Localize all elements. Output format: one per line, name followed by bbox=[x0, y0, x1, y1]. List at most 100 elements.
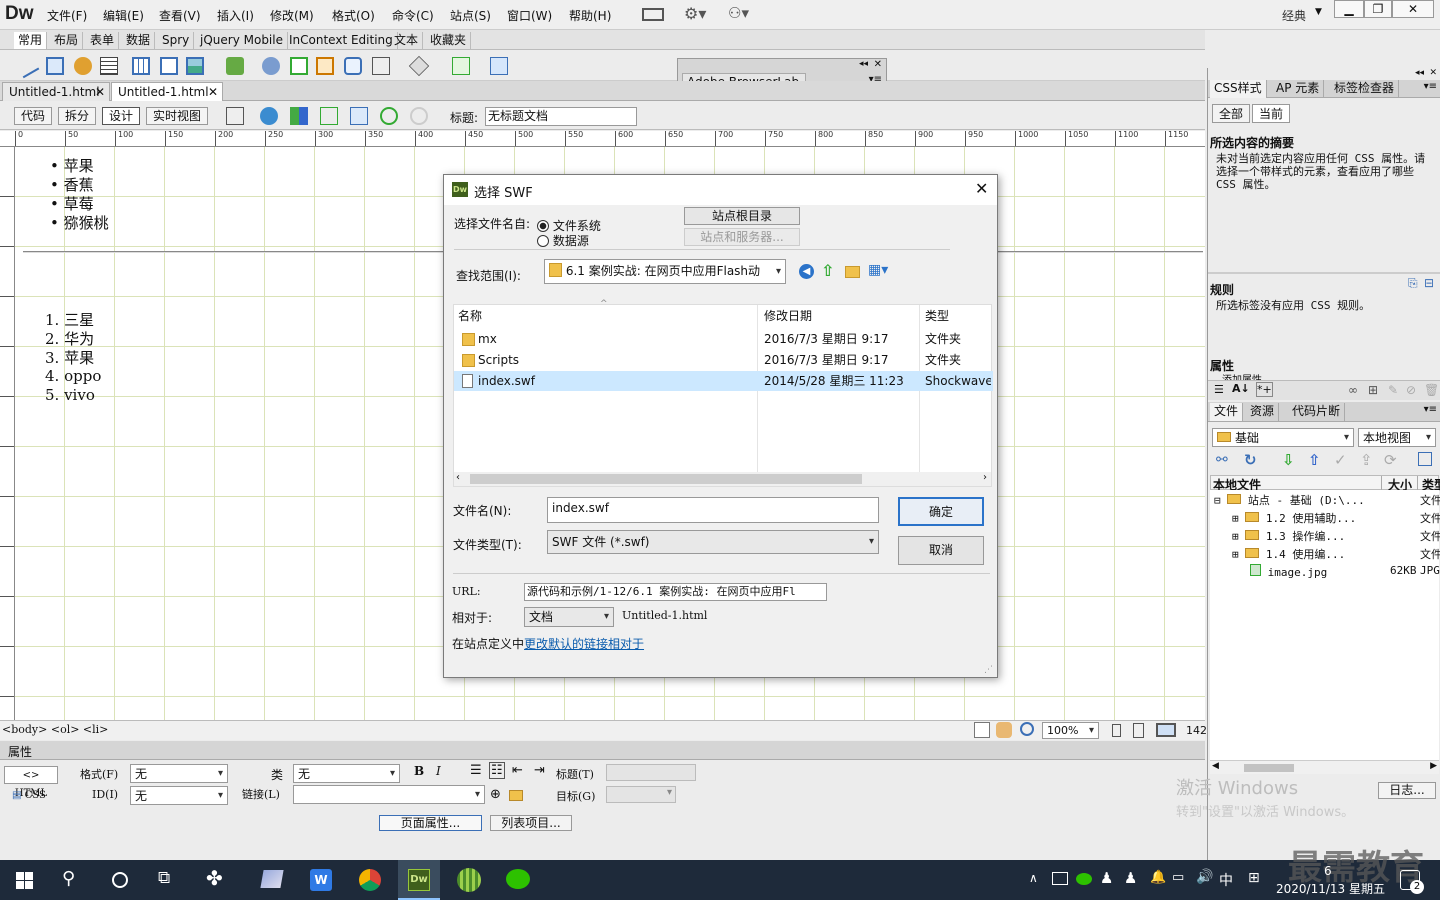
menu-view[interactable]: 查看(V) bbox=[159, 7, 201, 24]
file-management-icon[interactable] bbox=[290, 107, 308, 125]
doc-tab-2[interactable]: Untitled-1.html ✕ bbox=[111, 82, 223, 101]
show-hidden-icons[interactable]: ∧ bbox=[1029, 871, 1038, 885]
comment-icon[interactable] bbox=[344, 57, 362, 75]
volume-icon[interactable]: 🔊 bbox=[1196, 869, 1213, 885]
tray-wechat-icon[interactable] bbox=[1076, 873, 1092, 885]
title-field[interactable] bbox=[606, 764, 696, 781]
head-icon[interactable] bbox=[372, 57, 390, 75]
design-view-button[interactable]: 设计 bbox=[102, 107, 141, 125]
tab-css-styles[interactable]: CSS样式 bbox=[1210, 80, 1267, 98]
list-item-button[interactable]: 列表项目... bbox=[490, 815, 572, 831]
hyperlink-icon[interactable] bbox=[14, 53, 40, 79]
scroll-thumb[interactable] bbox=[1244, 764, 1294, 772]
menu-modify[interactable]: 修改(M) bbox=[270, 7, 314, 24]
list-item[interactable]: • 猕猴桃 bbox=[50, 212, 109, 233]
tab-text[interactable]: 文本 bbox=[390, 32, 424, 49]
log-button[interactable]: 日志... bbox=[1378, 782, 1436, 799]
get-files-icon[interactable]: ⇩ bbox=[1282, 451, 1295, 469]
tablet-size-icon[interactable] bbox=[1133, 723, 1144, 738]
menu-edit[interactable]: 编辑(E) bbox=[103, 7, 144, 24]
ok-button[interactable]: 确定 bbox=[898, 497, 984, 526]
image-icon[interactable] bbox=[186, 57, 204, 75]
zoom-select[interactable]: 100% ▾ bbox=[1042, 722, 1099, 739]
tree-row[interactable]: ⊞ 1.3 操作编... 文件 bbox=[1232, 528, 1440, 544]
html-mode-button[interactable]: <> HTML bbox=[4, 766, 58, 799]
calendar-icon[interactable] bbox=[290, 57, 308, 75]
menu-commands[interactable]: 命令(C) bbox=[392, 7, 434, 24]
search-icon[interactable]: ⚲ bbox=[62, 868, 75, 889]
validate-icon[interactable] bbox=[380, 107, 398, 125]
collapse-icon[interactable]: ⊟ bbox=[1424, 276, 1434, 290]
list-item[interactable]: 5. vivo bbox=[45, 386, 95, 404]
tab-ap-elements[interactable]: AP 元素 bbox=[1272, 80, 1325, 98]
layout-icon[interactable] bbox=[642, 8, 664, 21]
tab-files[interactable]: 文件 bbox=[1210, 403, 1244, 421]
list-item[interactable]: • 草莓 bbox=[50, 193, 94, 214]
title-input[interactable]: 无标题文档 bbox=[485, 107, 637, 126]
named-anchor-icon[interactable] bbox=[74, 57, 92, 75]
add-property-link[interactable]: 添加属性 bbox=[1222, 371, 1262, 380]
menu-insert[interactable]: 插入(I) bbox=[217, 7, 254, 24]
all-mode-button[interactable]: 全部 bbox=[1212, 104, 1250, 123]
new-css-rule-icon[interactable]: ⊞ bbox=[1368, 383, 1378, 397]
email-link-icon[interactable] bbox=[46, 57, 64, 75]
outdent-icon[interactable]: ⇤ bbox=[512, 763, 523, 778]
clock-time[interactable]: 6 bbox=[1324, 864, 1332, 878]
code-view-button[interactable]: 代码 bbox=[14, 107, 53, 125]
tab-forms[interactable]: 表单 bbox=[86, 32, 120, 49]
format-select[interactable]: 无 ▾ bbox=[130, 764, 228, 783]
category-view-icon[interactable]: ☰ bbox=[1214, 383, 1224, 396]
network-icon[interactable]: ▭ bbox=[1172, 870, 1184, 885]
site-select[interactable]: 基础 ▾ bbox=[1212, 428, 1354, 447]
splitter[interactable] bbox=[1208, 272, 1440, 274]
site-structure-icon[interactable]: ⚇▾ bbox=[728, 4, 749, 22]
tree-row[interactable]: ⊟ 站点 - 基础 (D:\... 文件 bbox=[1214, 492, 1440, 508]
page-properties-button[interactable]: 页面属性... bbox=[379, 815, 482, 831]
tab-spry[interactable]: Spry bbox=[158, 32, 195, 49]
menu-file[interactable]: 文件(F) bbox=[47, 7, 87, 24]
panel-close-icon[interactable]: ✕ bbox=[1429, 68, 1437, 78]
panel-options-icon[interactable]: ▾≡ bbox=[1424, 81, 1437, 92]
column-header-type[interactable]: 类型 bbox=[925, 306, 949, 326]
tag-selector[interactable]: <body> <ol> <li> bbox=[2, 723, 108, 736]
tree-row[interactable]: ⊞ 1.4 使用编... 文件 bbox=[1232, 546, 1440, 562]
zoom-tool-icon[interactable] bbox=[1020, 722, 1034, 736]
hand-tool-icon[interactable] bbox=[996, 722, 1012, 738]
sync-icon[interactable]: ⟳ bbox=[1384, 451, 1397, 469]
resize-grip-icon[interactable]: ⋰ bbox=[984, 665, 993, 675]
scroll-right-icon[interactable]: › bbox=[983, 472, 987, 483]
windows-start-icon[interactable] bbox=[16, 872, 33, 889]
radio-data-source[interactable]: 数据源 bbox=[537, 232, 589, 249]
melon-app-icon[interactable] bbox=[457, 868, 481, 892]
pinwheel-app-icon[interactable]: ✤ bbox=[206, 866, 223, 890]
file-list-scrollbar[interactable]: ‹ › bbox=[454, 472, 991, 486]
list-item[interactable]: • 香蕉 bbox=[50, 174, 94, 195]
close-tab-icon[interactable]: ✕ bbox=[95, 83, 105, 101]
panel-collapse-icon[interactable]: ◂◂ bbox=[1415, 68, 1424, 78]
list-item[interactable]: • 苹果 bbox=[50, 155, 94, 176]
tree-row[interactable]: ⊞ 1.2 使用辅助... 文件 bbox=[1232, 510, 1440, 526]
list-item[interactable]: 2. 华为 bbox=[45, 328, 94, 349]
filename-input[interactable]: index.swf bbox=[547, 497, 879, 523]
class-select[interactable]: 无 ▾ bbox=[293, 764, 400, 783]
indent-icon[interactable]: ⇥ bbox=[534, 763, 545, 778]
list-item[interactable]: 4. oppo bbox=[45, 367, 101, 385]
gear-icon[interactable]: ⚙▾ bbox=[684, 4, 706, 23]
check-out-icon[interactable]: ✓ bbox=[1334, 451, 1347, 469]
div-icon[interactable] bbox=[160, 57, 178, 75]
scroll-left-icon[interactable]: ‹ bbox=[456, 472, 460, 483]
browserlab-collapse-icon[interactable]: ◂◂ bbox=[859, 59, 868, 69]
minimize-button[interactable]: ▁ bbox=[1334, 0, 1364, 18]
restore-button[interactable]: ❐ bbox=[1364, 0, 1392, 18]
tab-jquery-mobile[interactable]: jQuery Mobile bbox=[196, 32, 288, 49]
wps-app-icon[interactable]: W bbox=[310, 869, 332, 891]
file-row-selected[interactable]: index.swf 2014/5/28 星期三 11:23 Shockwave bbox=[454, 371, 993, 391]
browserlab-close-icon[interactable]: ✕ bbox=[874, 59, 882, 70]
expand-icon[interactable] bbox=[1418, 452, 1432, 466]
date-icon[interactable] bbox=[262, 57, 280, 75]
mobile-size-icon[interactable] bbox=[1112, 724, 1121, 737]
scroll-left-icon[interactable]: ◀ bbox=[1212, 761, 1219, 771]
live-code-icon[interactable] bbox=[226, 107, 244, 125]
expand-icon[interactable]: ⊞ bbox=[1232, 530, 1245, 543]
list-item[interactable]: 3. 苹果 bbox=[45, 347, 94, 368]
